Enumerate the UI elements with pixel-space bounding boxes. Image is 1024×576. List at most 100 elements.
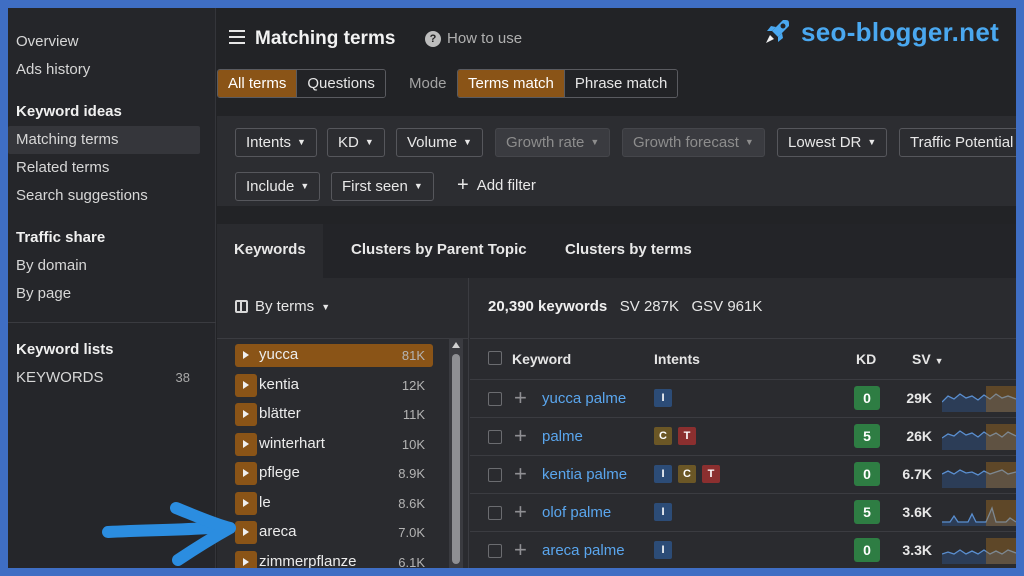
sidebar-heading-keyword-lists: Keyword lists: [16, 341, 114, 358]
term-item[interactable]: blätter 11K: [235, 401, 433, 428]
term-count: 81K: [401, 348, 425, 363]
table-row: + yucca palme I 0 29K: [470, 379, 1016, 417]
term-label: areca: [259, 523, 297, 540]
table-row: + olof palme I 5 3.6K: [470, 493, 1016, 531]
term-label: le: [259, 493, 271, 511]
lowest-dr-filter[interactable]: Lowest DR ▼: [777, 128, 888, 157]
column-keyword[interactable]: Keyword: [512, 351, 571, 367]
term-item[interactable]: yucca 81K: [235, 342, 433, 369]
mode-label: Mode: [409, 75, 447, 92]
caret-down-icon: ▼: [300, 181, 310, 191]
term-label: zimmerpflanze: [259, 552, 357, 569]
search-volume: 3.3K: [902, 542, 932, 558]
page-title: Matching terms: [255, 28, 396, 49]
volume-filter[interactable]: Volume ▼: [396, 128, 483, 157]
kd-filter[interactable]: KD ▼: [327, 128, 385, 157]
keyword-link[interactable]: palme: [542, 428, 583, 445]
how-to-use-link[interactable]: ? How to use: [425, 30, 522, 47]
term-scope-toggle: All terms Questions: [217, 69, 386, 98]
columns-icon: [235, 300, 248, 313]
growth-rate-filter[interactable]: Growth rate ▼: [495, 128, 611, 157]
expand-arrow-icon[interactable]: [243, 498, 249, 507]
sidebar-item-matching-terms[interactable]: Matching terms: [8, 126, 200, 154]
terms-pane: By terms ▼ yucca 81K kentia 12K blätter 11K wi…: [217, 278, 469, 568]
tab-clusters-parent-topic[interactable]: Clusters by Parent Topic: [334, 224, 544, 278]
row-checkbox[interactable]: [488, 430, 502, 444]
expand-arrow-icon[interactable]: [243, 557, 249, 566]
by-terms-dropdown[interactable]: By terms ▼: [235, 298, 330, 315]
column-sv[interactable]: SV ▼: [912, 351, 944, 367]
keyword-link[interactable]: olof palme: [542, 504, 611, 521]
include-filter[interactable]: Include ▼: [235, 172, 321, 201]
results-panel: Keywords Clusters by Parent Topic Cluste…: [217, 224, 1016, 568]
sidebar-item-ads-history[interactable]: Ads history: [8, 56, 200, 84]
expand-arrow-icon[interactable]: [243, 351, 249, 359]
keyword-link[interactable]: yucca palme: [542, 390, 626, 407]
plus-icon[interactable]: +: [514, 499, 527, 525]
all-terms-button[interactable]: All terms: [218, 70, 297, 97]
table-row: + areca palme I 0 3.3K: [470, 531, 1016, 568]
select-all-checkbox[interactable]: [488, 351, 502, 365]
list-count-badge: 38: [175, 370, 190, 385]
by-terms-label: By terms: [255, 298, 315, 315]
add-filter-button[interactable]: + Add filter: [457, 175, 536, 195]
term-item[interactable]: winterhart 10K: [235, 431, 433, 458]
intent-badge: I: [654, 503, 672, 521]
scroll-thumb[interactable]: [452, 354, 460, 564]
growth-forecast-filter[interactable]: Growth forecast ▼: [622, 128, 765, 157]
expand-arrow-icon[interactable]: [243, 439, 249, 448]
column-intents[interactable]: Intents: [654, 351, 700, 367]
plus-icon[interactable]: +: [514, 423, 527, 449]
trend-sparkline: [942, 462, 1016, 488]
hamburger-icon[interactable]: [229, 30, 245, 44]
plus-icon[interactable]: +: [514, 461, 527, 487]
lowest-dr-filter-label: Lowest DR: [788, 134, 862, 151]
row-checkbox[interactable]: [488, 468, 502, 482]
tab-clusters-terms[interactable]: Clusters by terms: [548, 224, 709, 278]
intent-badge: I: [654, 389, 672, 407]
terms-match-button[interactable]: Terms match: [458, 70, 564, 97]
row-checkbox[interactable]: [488, 392, 502, 406]
terms-scrollbar[interactable]: [449, 338, 463, 568]
term-item[interactable]: le 8.6K: [235, 490, 433, 517]
expand-arrow-icon[interactable]: [243, 380, 249, 389]
column-kd[interactable]: KD: [856, 351, 876, 367]
term-item[interactable]: pflege 8.9K: [235, 460, 433, 487]
keyword-link[interactable]: kentia palme: [542, 466, 627, 483]
intent-badge: T: [678, 427, 696, 445]
term-count: 8.6K: [398, 495, 425, 511]
term-item[interactable]: kentia 12K: [235, 372, 433, 399]
search-volume: 26K: [906, 428, 932, 444]
sidebar-item-by-domain[interactable]: By domain: [8, 252, 200, 280]
gsv-total: GSV 961K: [691, 298, 763, 315]
term-label: pflege: [259, 464, 300, 481]
plus-icon[interactable]: +: [514, 385, 527, 411]
phrase-match-button[interactable]: Phrase match: [563, 70, 678, 97]
search-volume: 6.7K: [902, 466, 932, 482]
term-count: 7.0K: [398, 525, 425, 540]
row-checkbox[interactable]: [488, 544, 502, 558]
row-checkbox[interactable]: [488, 506, 502, 520]
caret-down-icon: ▼: [297, 137, 306, 147]
sidebar-item-keywords-list[interactable]: KEYWORDS 38: [8, 364, 200, 392]
traffic-potential-filter[interactable]: Traffic Potential: [899, 128, 1016, 157]
keyword-link[interactable]: areca palme: [542, 542, 625, 559]
expand-arrow-icon[interactable]: [243, 528, 249, 536]
sidebar-item-search-suggestions[interactable]: Search suggestions: [8, 182, 200, 210]
sidebar-item-by-page[interactable]: By page: [8, 280, 200, 308]
expand-arrow-icon[interactable]: [243, 469, 249, 477]
tab-keywords[interactable]: Keywords: [217, 224, 323, 278]
first-seen-filter[interactable]: First seen ▼: [331, 172, 434, 201]
scroll-up-icon[interactable]: [452, 342, 460, 348]
sidebar-item-related-terms[interactable]: Related terms: [8, 154, 200, 182]
caret-down-icon: ▼: [744, 137, 754, 147]
expand-arrow-icon[interactable]: [243, 410, 249, 418]
questions-button[interactable]: Questions: [296, 70, 385, 97]
plus-icon[interactable]: +: [514, 537, 527, 563]
trend-sparkline: [942, 538, 1016, 564]
term-count: 11K: [402, 407, 425, 422]
term-item[interactable]: areca 7.0K: [235, 519, 433, 546]
term-item[interactable]: zimmerpflanze 6.1K: [235, 549, 433, 569]
intents-filter[interactable]: Intents ▼: [235, 128, 317, 157]
sidebar-item-overview[interactable]: Overview: [8, 28, 200, 56]
